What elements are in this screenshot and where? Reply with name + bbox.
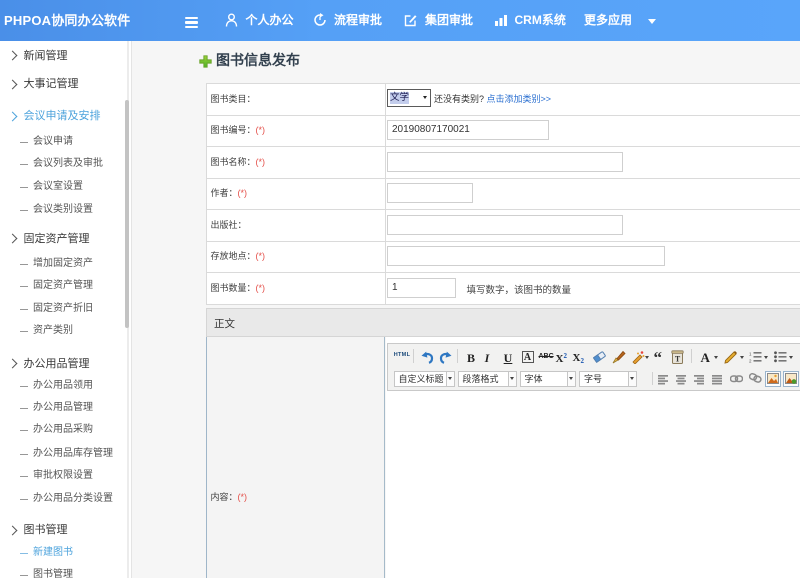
svg-text:2: 2 bbox=[749, 359, 752, 364]
svg-text:1: 1 bbox=[749, 352, 752, 357]
svg-text:T: T bbox=[674, 355, 680, 364]
